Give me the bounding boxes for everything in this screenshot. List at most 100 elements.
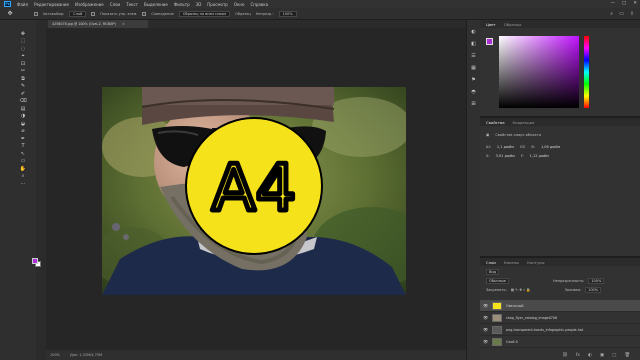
link-label[interactable]: GO	[520, 145, 525, 149]
tab-adjustments[interactable]: Коррекция	[513, 120, 535, 125]
y-value[interactable]: 1,12 дюйм	[530, 154, 549, 158]
autoselect-checkbox[interactable]	[34, 11, 38, 16]
gradient-tool-icon[interactable]: ▤	[19, 105, 27, 113]
x-value[interactable]: 3,91 дюйм	[496, 154, 515, 158]
options-right-icons: ⌕ ▭ ⇪	[610, 11, 634, 17]
document-tab[interactable]: 4258078.jpg @ 100% (Oval-2, RGB/8*) ×	[48, 20, 148, 28]
history-icon[interactable]: ◐	[470, 28, 477, 35]
share-icon[interactable]: ⇪	[630, 11, 634, 17]
tab-swatches[interactable]: Образцы	[504, 22, 522, 27]
layer-name: Слой 0	[506, 339, 518, 344]
more-tools-icon[interactable]: ⋯	[19, 180, 27, 188]
size-field[interactable]: 100%	[278, 10, 297, 17]
pen-tool-icon[interactable]: ✒	[19, 135, 27, 143]
layer-row[interactable]: 👁 Слой 0	[480, 336, 640, 348]
lock-icons[interactable]: ▦ ✎ ✥ ⌗ 🔒	[511, 288, 531, 292]
autoselect-dropdown[interactable]: Слой	[69, 10, 87, 17]
close-icon[interactable]: ✕	[633, 1, 637, 6]
document-canvas[interactable]: A4	[102, 87, 406, 295]
move-tool-icon[interactable]: ✥	[19, 30, 27, 38]
search-icon[interactable]: ⌕	[610, 11, 613, 17]
menu-select[interactable]: Выделение	[144, 2, 168, 7]
layer-row[interactable]: 👁 Овальный	[480, 300, 640, 312]
properties-tabs: Свойства Коррекция	[480, 118, 640, 126]
slice-tool-icon[interactable]: ✂	[19, 68, 27, 76]
brush-tool-icon[interactable]: ✐	[19, 90, 27, 98]
picker-foreground-swatch[interactable]	[486, 38, 493, 45]
visibility-eye-icon[interactable]: 👁	[483, 327, 488, 332]
tab-color[interactable]: Цвет	[486, 22, 496, 27]
layers-tabs: Слои Каналы Контуры	[480, 258, 640, 266]
layer-row[interactable]: 👁 png-transparent-hands_infographic-peop…	[480, 324, 640, 336]
menu-help[interactable]: Справка	[250, 2, 268, 7]
height-value[interactable]: 1,06 дюйм	[541, 145, 560, 149]
delete-layer-icon[interactable]: 🗑	[624, 353, 630, 358]
dodge-tool-icon[interactable]: ◒	[19, 120, 27, 128]
layer-mask-icon[interactable]: ▣	[600, 353, 604, 358]
layer-style-icon[interactable]: fx	[576, 353, 580, 358]
fill-field[interactable]: 100%	[585, 287, 602, 293]
quick-select-tool-icon[interactable]: ⌖	[19, 53, 27, 61]
move-tool-icon[interactable]: ✥	[6, 10, 14, 18]
eraser-tool-icon[interactable]: ⌫	[19, 98, 27, 106]
tab-properties[interactable]: Свойства	[486, 120, 505, 125]
menu-filter[interactable]: Фильтр	[174, 2, 190, 7]
lasso-tool-icon[interactable]: ◌	[19, 45, 27, 53]
tab-layers[interactable]: Слои	[486, 260, 496, 265]
menu-type[interactable]: Текст	[126, 2, 138, 7]
opacity-field[interactable]: 100%	[588, 278, 605, 284]
adjustment-layer-icon[interactable]: ◐	[588, 353, 592, 358]
hand-tool-icon[interactable]: ✋	[19, 165, 27, 173]
visibility-eye-icon[interactable]: 👁	[483, 339, 488, 344]
snap-checkbox[interactable]	[142, 11, 147, 16]
actions-icon[interactable]: ⚑	[470, 76, 477, 83]
color-swatches[interactable]	[32, 258, 42, 268]
link-layers-icon[interactable]: ⛓	[562, 353, 568, 358]
libraries-icon[interactable]: ⊞	[470, 100, 477, 107]
zoom-tool-icon[interactable]: ⌕	[19, 173, 27, 181]
transform-checkbox[interactable]	[91, 11, 96, 16]
color-field[interactable]	[499, 36, 579, 108]
blur-tool-icon[interactable]: ◑	[19, 113, 27, 121]
paragraph-icon[interactable]: ☰	[470, 52, 477, 59]
new-layer-icon[interactable]: □	[612, 353, 616, 358]
menu-file[interactable]: Файл	[17, 2, 28, 7]
menu-edit[interactable]: Редактирование	[34, 2, 69, 7]
workspace-icon[interactable]: ▭	[619, 11, 624, 17]
healing-brush-icon[interactable]: ✎	[19, 83, 27, 91]
tab-paths[interactable]: Контуры	[527, 260, 544, 265]
menu-view[interactable]: Просмотр	[207, 2, 228, 7]
layer-row[interactable]: 👁 shop_flyer_catalog_image0708	[480, 312, 640, 324]
lock-label: Закрепить:	[486, 288, 507, 292]
visibility-eye-icon[interactable]: 👁	[483, 315, 488, 320]
menu-3d[interactable]: 3D	[196, 2, 202, 7]
maximize-icon[interactable]: □	[622, 1, 626, 6]
zoom-level[interactable]: 100%	[50, 353, 60, 357]
minimize-icon[interactable]: —	[610, 1, 615, 6]
clone-stamp-icon[interactable]: ⌀	[19, 128, 27, 136]
foreground-color-swatch[interactable]	[32, 258, 38, 264]
snap-label: Совпадение	[151, 11, 174, 16]
width-value[interactable]: 1,1 дюйм	[497, 145, 514, 149]
position-row: X: 3,91 дюйм Y: 1,12 дюйм	[486, 154, 549, 158]
crop-tool-icon[interactable]: ⊡	[19, 60, 27, 68]
properties-panel: Свойства Коррекция ▣ Свойства смарт-объе…	[480, 116, 640, 256]
marquee-tool-icon[interactable]: ⬚	[19, 38, 27, 46]
visibility-eye-icon[interactable]: 👁	[483, 303, 488, 308]
layer-filter-dropdown[interactable]: Вид	[486, 269, 500, 275]
eyedropper-tool-icon[interactable]: ⧉	[19, 75, 27, 83]
close-tab-icon[interactable]: ×	[122, 22, 125, 26]
properties-icon[interactable]: ◧	[470, 40, 477, 47]
swatches-icon[interactable]: ▦	[470, 64, 477, 71]
menu-layers[interactable]: Слои	[110, 2, 120, 7]
path-select-icon[interactable]: ↖	[19, 150, 27, 158]
hue-slider[interactable]	[584, 36, 589, 108]
adjustments-icon[interactable]: ◓	[470, 88, 477, 95]
align-dropdown[interactable]: Образец по всем слоям	[178, 10, 231, 17]
menu-image[interactable]: Изображение	[75, 2, 104, 7]
blend-mode-dropdown[interactable]: Обычные	[486, 278, 509, 284]
rectangle-tool-icon[interactable]: ▭	[19, 158, 27, 166]
type-tool-icon[interactable]: T	[19, 143, 27, 151]
tab-channels[interactable]: Каналы	[504, 260, 519, 265]
menu-window[interactable]: Окно	[234, 2, 245, 7]
